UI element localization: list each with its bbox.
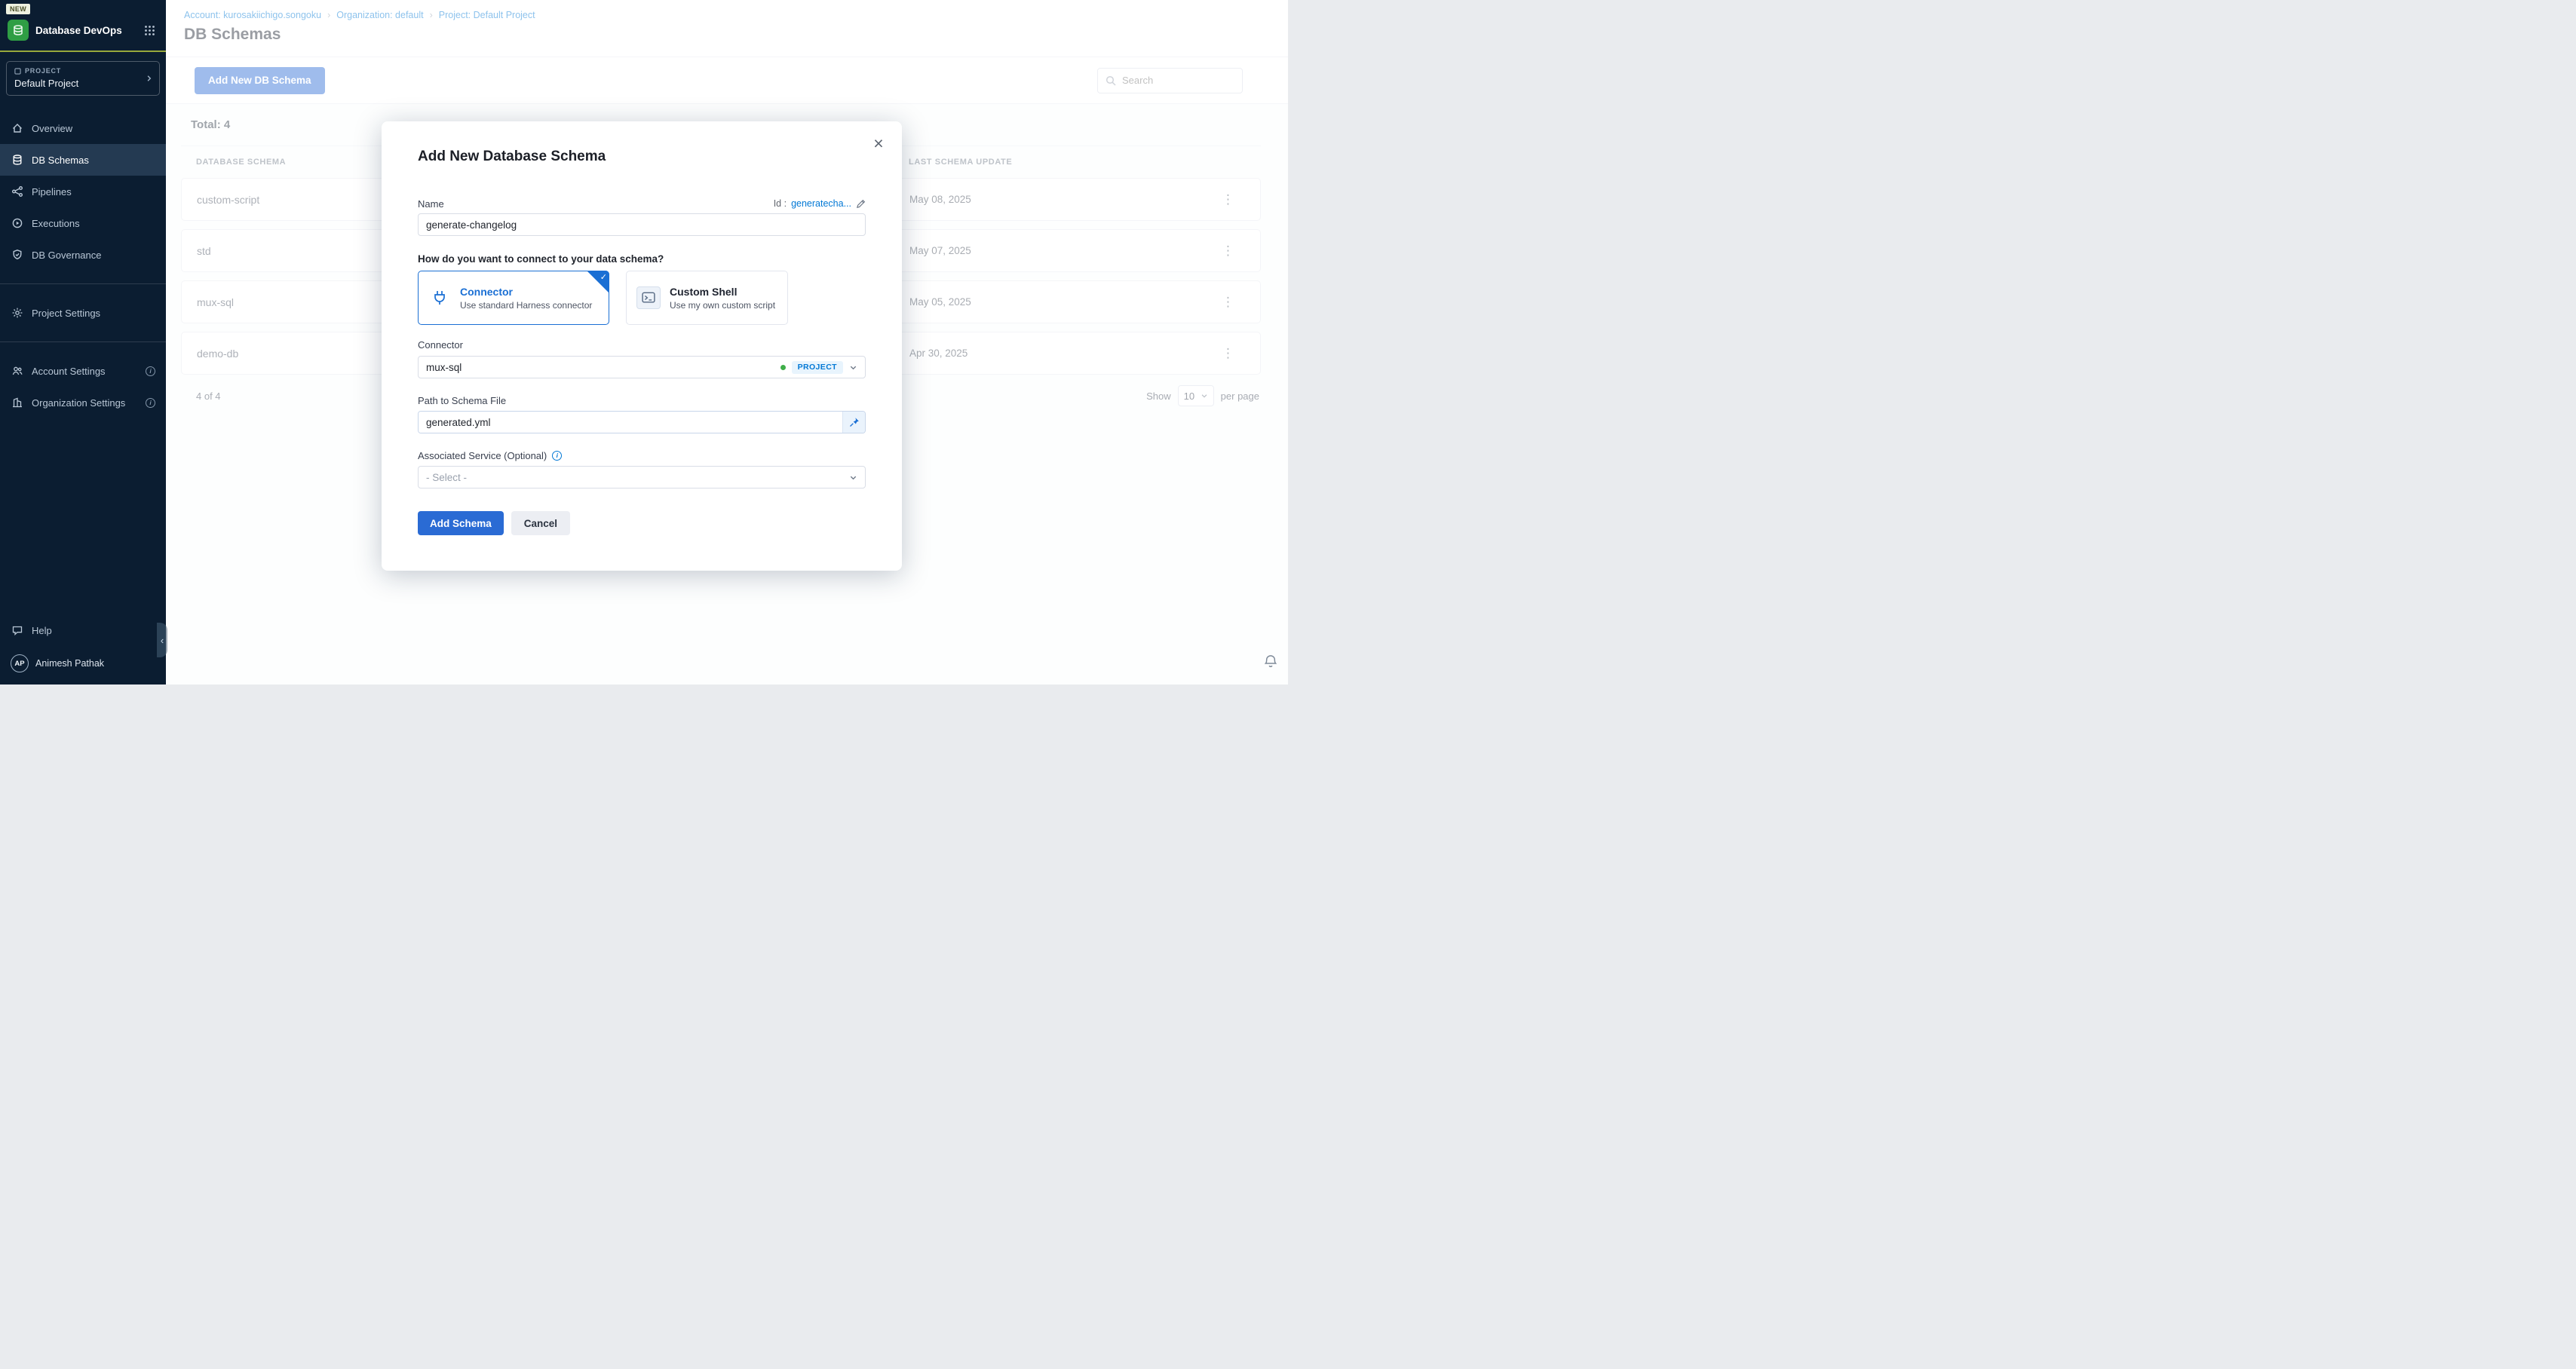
user-profile[interactable]: AP Animesh Pathak [0, 646, 166, 672]
sidebar-item-pipelines[interactable]: Pipelines [0, 176, 166, 207]
option-subtitle: Use my own custom script [670, 300, 775, 311]
modal-actions: Add Schema Cancel [418, 511, 866, 535]
sidebar-item-label: Pipelines [32, 186, 72, 198]
terminal-icon [636, 286, 661, 309]
connector-label: Connector [418, 338, 866, 351]
sidebar-item-label: Project Settings [32, 308, 100, 319]
sidebar-item-help[interactable]: Help [0, 614, 166, 646]
info-icon: i [146, 398, 155, 408]
id-value-link[interactable]: generatecha... [791, 198, 851, 209]
sidebar-nav: Overview DB Schemas Pipelines Executions… [0, 112, 166, 271]
sidebar-item-executions[interactable]: Executions [0, 207, 166, 239]
service-select[interactable]: - Select - [418, 466, 866, 488]
connection-options: ✓ Connector Use standard Harness connect… [418, 271, 866, 325]
project-icon [14, 68, 21, 75]
sidebar-item-db-governance[interactable]: DB Governance [0, 239, 166, 271]
option-subtitle: Use standard Harness connector [460, 300, 592, 311]
chevron-down-icon [849, 363, 857, 372]
module-grid-icon[interactable] [144, 25, 155, 36]
pipelines-icon [11, 185, 23, 198]
sidebar-item-organization-settings[interactable]: Organization Settings i [0, 387, 166, 418]
id-row: Id : generatecha... [774, 198, 866, 209]
sidebar-item-label: Organization Settings [32, 397, 125, 409]
add-schema-modal: × Add New Database Schema Name Id : gene… [382, 121, 902, 571]
sidebar-item-db-schemas[interactable]: DB Schemas [0, 144, 166, 176]
add-schema-button[interactable]: Add Schema [418, 511, 504, 535]
project-label: PROJECT [25, 67, 61, 75]
service-label-row: Associated Service (Optional) i [418, 449, 866, 461]
database-icon [11, 154, 23, 166]
info-icon: i [146, 366, 155, 376]
brand-accent-line [0, 51, 166, 52]
custom-shell-option-card[interactable]: Custom Shell Use my own custom script [626, 271, 788, 325]
avatar: AP [11, 654, 29, 672]
database-devops-logo-icon [8, 20, 29, 41]
schema-path-input[interactable] [419, 412, 842, 433]
scope-badge: PROJECT [792, 361, 843, 374]
divider [0, 283, 166, 284]
chevron-right-icon [145, 75, 153, 83]
connector-status-dot [780, 365, 786, 370]
option-title: Connector [460, 286, 592, 298]
user-name: Animesh Pathak [35, 658, 104, 669]
info-icon[interactable]: i [552, 451, 562, 461]
plug-icon [428, 286, 451, 309]
check-icon: ✓ [600, 272, 607, 282]
gear-icon [11, 307, 23, 319]
sidebar-item-label: Account Settings [32, 366, 106, 377]
new-badge: NEW [6, 4, 30, 14]
home-icon [11, 122, 23, 134]
sidebar-item-project-settings[interactable]: Project Settings [0, 297, 166, 329]
sidebar-item-label: DB Schemas [32, 155, 89, 166]
users-icon [11, 365, 23, 377]
chevron-down-icon [849, 473, 857, 482]
connection-question: How do you want to connect to your data … [418, 253, 866, 265]
organization-icon [11, 397, 23, 409]
app-window: NEW Database DevOps PROJECT Default Proj… [0, 0, 1288, 684]
sidebar-item-overview[interactable]: Overview [0, 112, 166, 144]
project-label-row: PROJECT [14, 67, 140, 75]
path-label: Path to Schema File [418, 394, 866, 406]
project-name: Default Project [14, 78, 140, 89]
shield-icon [11, 249, 23, 261]
sidebar-item-label: Executions [32, 218, 80, 229]
schema-name-input[interactable] [418, 213, 866, 236]
connector-select[interactable]: mux-sql PROJECT [418, 356, 866, 378]
selected-corner-badge: ✓ [587, 271, 609, 293]
notification-bell-icon[interactable] [1262, 653, 1279, 669]
chevron-left-icon: ‹ [161, 635, 164, 646]
close-icon[interactable]: × [867, 132, 890, 155]
help-chat-icon [11, 624, 23, 636]
service-placeholder: - Select - [426, 472, 467, 483]
project-selector[interactable]: PROJECT Default Project [6, 61, 160, 96]
cancel-button[interactable]: Cancel [511, 511, 570, 535]
path-input-group [418, 411, 866, 433]
brand-title: Database DevOps [35, 25, 137, 36]
sidebar-bottom: Help AP Animesh Pathak [0, 614, 166, 672]
name-label: Name [418, 198, 444, 210]
connector-option-card[interactable]: ✓ Connector Use standard Harness connect… [418, 271, 609, 325]
modal-title: Add New Database Schema [418, 149, 866, 168]
sidebar: NEW Database DevOps PROJECT Default Proj… [0, 0, 166, 684]
divider [0, 341, 166, 342]
sidebar-item-account-settings[interactable]: Account Settings i [0, 355, 166, 387]
service-label: Associated Service (Optional) [418, 450, 547, 461]
sidebar-item-label: DB Governance [32, 250, 102, 261]
executions-icon [11, 217, 23, 229]
sidebar-item-label: Overview [32, 123, 72, 134]
sidebar-item-label: Help [32, 625, 52, 636]
id-prefix: Id : [774, 198, 787, 209]
option-title: Custom Shell [670, 286, 775, 298]
connector-value: mux-sql [426, 362, 462, 373]
fixed-value-pin-icon[interactable] [842, 412, 865, 433]
edit-pencil-icon[interactable] [856, 199, 866, 209]
